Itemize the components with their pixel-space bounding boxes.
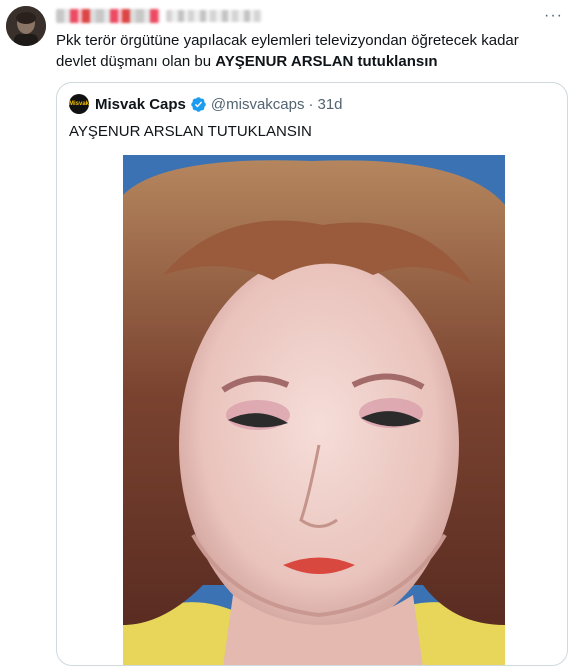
more-icon: ··· (544, 7, 563, 24)
author-handle-redacted[interactable] (166, 10, 262, 22)
quoted-tweet-text: AYŞENUR ARSLAN TUTUKLANSIN (69, 123, 312, 140)
quoted-tweet-card[interactable]: Misvak Misvak Caps @misvakcaps · 31d AYŞ… (56, 82, 568, 666)
tweet-text-plain: devlet düşmanı olan bu (56, 53, 216, 70)
tweet-text-line2: devlet düşmanı olan bu AYŞENUR ARSLAN tu… (56, 51, 556, 72)
quoted-tweet-header: Misvak Misvak Caps @misvakcaps · 31d (69, 94, 343, 114)
tweet-text: Pkk terör örgütüne yapılacak eylemleri t… (56, 30, 556, 72)
quoted-avatar-logo: Misvak (69, 101, 90, 107)
tweet-text-bold: AYŞENUR ARSLAN tutuklansın (215, 53, 438, 70)
author-header (56, 6, 262, 26)
portrait-image (123, 155, 505, 665)
avatar-photo (6, 6, 46, 46)
quoted-author-avatar[interactable]: Misvak (69, 94, 89, 114)
quoted-tweet-photo[interactable] (123, 155, 505, 665)
quoted-author-name[interactable]: Misvak Caps (95, 96, 186, 113)
quoted-tweet-time[interactable]: 31d (317, 96, 342, 113)
tweet-text-line1: Pkk terör örgütüne yapılacak eylemleri t… (56, 32, 519, 49)
author-name-redacted[interactable] (56, 9, 160, 23)
quoted-author-handle[interactable]: @misvakcaps (211, 96, 305, 113)
verified-badge-icon (191, 96, 206, 112)
more-options-button[interactable]: ··· (544, 8, 563, 24)
separator-dot: · (308, 95, 314, 113)
author-avatar[interactable] (6, 6, 46, 46)
